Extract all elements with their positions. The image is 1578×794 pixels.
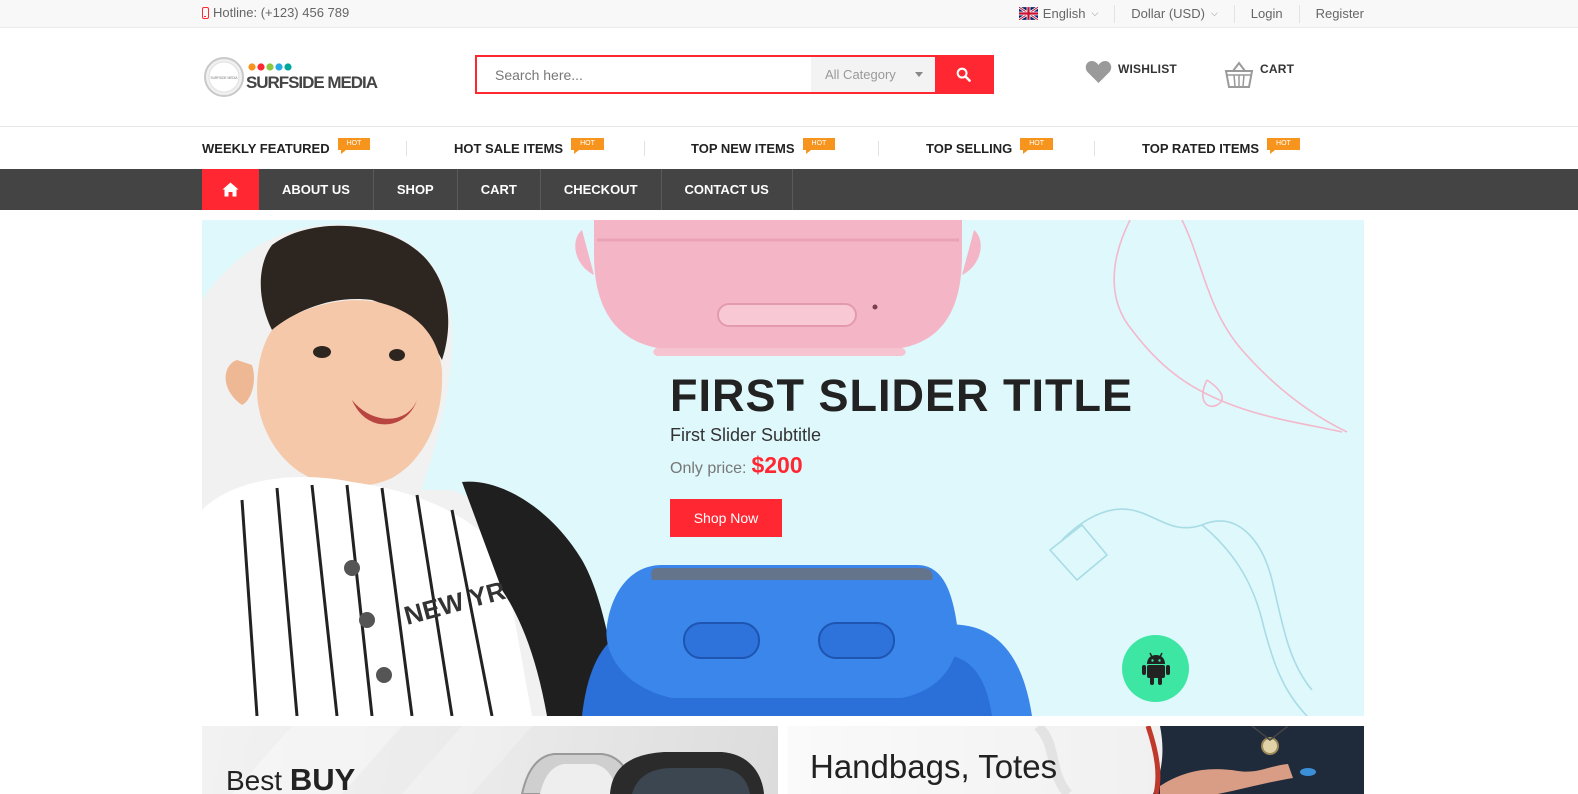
register-link[interactable]: Register (1298, 4, 1364, 23)
cart-basket-icon (1224, 61, 1254, 88)
banner-left-bold: BUY (289, 762, 356, 794)
featured-top-selling[interactable]: TOP SELLING HOT (926, 127, 1053, 169)
nav-about-us[interactable]: ABOUT US (259, 169, 374, 210)
logo-small-text: SURFSIDE MEDIA (210, 76, 238, 80)
featured-top-rated[interactable]: TOP RATED ITEMS HOT (1142, 127, 1300, 169)
banner-right-text: Handbags, Totes (810, 748, 1058, 785)
featured-weekly[interactable]: WEEKLY FEATURED HOT (202, 127, 371, 169)
language-label: English (1042, 6, 1086, 21)
wishlist-link[interactable]: WISHLIST (1085, 60, 1177, 84)
android-app-button[interactable] (1122, 635, 1189, 702)
cart-label: CART (1260, 62, 1295, 76)
logo-text: SURFSIDE MEDIA (246, 73, 378, 92)
divider (878, 141, 879, 156)
top-bar: Hotline: (+123) 456 789 English ⌵ Dollar… (0, 0, 1578, 28)
shop-now-button[interactable]: Shop Now (670, 499, 782, 537)
slide-title: FIRST SLIDER TITLE (670, 370, 1133, 421)
main-nav: ABOUT US SHOP CART CHECKOUT CONTACT US (0, 169, 1578, 210)
phone-icon (202, 6, 209, 19)
banner-left-prefix: Best (226, 765, 290, 794)
promo-banner-left[interactable]: Best BUY (202, 726, 778, 794)
currency-label: Dollar (USD) (1131, 6, 1205, 21)
logo-mark: SURFSIDE MEDIA SURFSIDE MEDIA (204, 57, 378, 97)
nav-cart[interactable]: CART (458, 169, 541, 210)
heart-icon (1085, 61, 1112, 83)
cart-link[interactable]: CART (1224, 60, 1294, 88)
search-button[interactable] (935, 57, 992, 92)
category-label: All Category (825, 67, 896, 82)
hot-badge: HOT (571, 137, 604, 154)
banner-left-text: Best BUY (226, 762, 355, 794)
uk-flag-icon (1018, 7, 1038, 20)
category-select[interactable]: All Category (811, 57, 935, 92)
logo[interactable]: SURFSIDE MEDIA SURFSIDE MEDIA (203, 55, 383, 99)
caret-down-icon (915, 72, 923, 77)
hot-badge: HOT (1267, 137, 1300, 154)
hot-badge: HOT (802, 137, 836, 154)
language-selector[interactable]: English ⌵ (1003, 5, 1114, 23)
featured-label: TOP RATED ITEMS (1142, 140, 1260, 156)
slide-subtitle: First Slider Subtitle (670, 425, 822, 445)
search-input[interactable] (477, 57, 811, 92)
featured-top-new[interactable]: TOP NEW ITEMS HOT (691, 127, 836, 169)
nav-shop[interactable]: SHOP (374, 169, 458, 210)
divider (406, 141, 407, 156)
currency-selector[interactable]: Dollar (USD) ⌵ (1114, 4, 1234, 23)
featured-label: TOP SELLING (926, 140, 1013, 156)
hotline: Hotline: (+123) 456 789 (202, 5, 349, 20)
nav-contact-us[interactable]: CONTACT US (662, 169, 793, 210)
promo-banner-right[interactable]: Handbags, Totes (788, 726, 1364, 794)
chevron-down-icon: ⌵ (1091, 8, 1099, 18)
nav-home[interactable] (202, 169, 259, 210)
login-link[interactable]: Login (1233, 4, 1299, 23)
search-icon (956, 67, 971, 82)
hotline-text: Hotline: (+123) 456 789 (213, 5, 350, 20)
featured-hot-sale[interactable]: HOT SALE ITEMS HOT (454, 127, 604, 169)
hero-slider: NEW YR FIRST SLIDER TITLE First Slider S… (202, 220, 1364, 716)
slide-price: Only price: $200 (670, 452, 803, 479)
top-links: English ⌵ Dollar (USD) ⌵ Login Register (1003, 0, 1364, 27)
price-label: Only price: (670, 460, 747, 477)
price-value: $200 (751, 452, 803, 478)
featured-label: WEEKLY FEATURED (202, 140, 330, 156)
nav-checkout[interactable]: CHECKOUT (541, 169, 662, 210)
wishlist-label: WISHLIST (1118, 62, 1177, 76)
home-icon (222, 182, 239, 197)
featured-label: TOP NEW ITEMS (691, 140, 795, 156)
featured-strip: WEEKLY FEATURED HOT HOT SALE ITEMS HOT T… (0, 126, 1578, 169)
hot-badge: HOT (1020, 137, 1053, 154)
divider (1094, 141, 1095, 156)
android-icon (1141, 652, 1170, 685)
featured-label: HOT SALE ITEMS (454, 140, 564, 156)
search-bar: All Category (475, 55, 994, 94)
divider (644, 141, 645, 156)
hot-badge: HOT (337, 137, 371, 154)
chevron-down-icon: ⌵ (1210, 8, 1218, 18)
